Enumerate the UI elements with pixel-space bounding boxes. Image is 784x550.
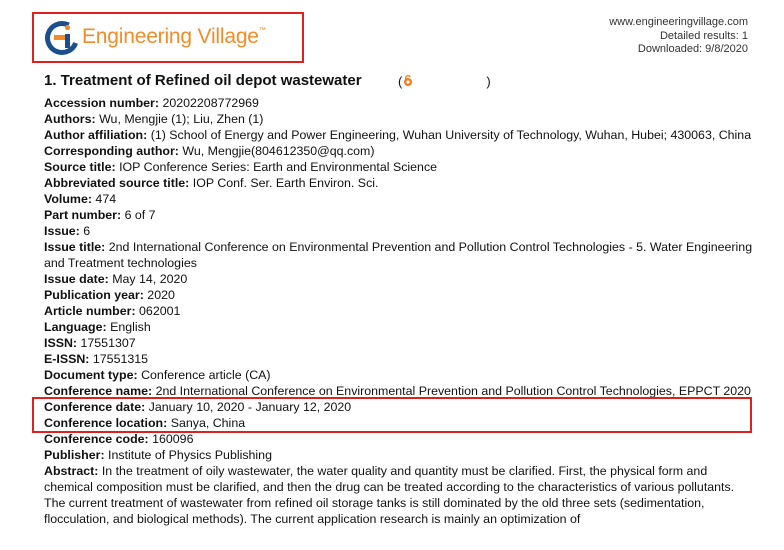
field-value: Wu, Mengjie (1); Liu, Zhen (1)	[99, 112, 264, 126]
field-label: Abstract:	[44, 464, 99, 478]
field-value: 2nd International Conference on Environm…	[44, 240, 753, 270]
field-label: Issue title:	[44, 240, 106, 254]
record-field: Conference code: 160096	[44, 431, 756, 447]
field-label: Author affiliation:	[44, 128, 148, 142]
field-label: Conference location:	[44, 416, 168, 430]
record-field: Article number: 062001	[44, 303, 756, 319]
field-value: English	[110, 320, 151, 334]
field-value: May 14, 2020	[112, 272, 188, 286]
field-value: IOP Conference Series: Earth and Environ…	[119, 160, 438, 174]
field-value: January 10, 2020 - January 12, 2020	[148, 400, 352, 414]
record-field: Issue date: May 14, 2020	[44, 271, 756, 287]
record-title: 1. Treatment of Refined oil depot wastew…	[44, 72, 362, 89]
field-label: E-ISSN:	[44, 352, 90, 366]
open-access-icon	[404, 75, 413, 86]
record-field: Publication year: 2020	[44, 287, 756, 303]
record-field: Issue title: 2nd International Conferenc…	[44, 239, 756, 271]
record-field: Publisher: Institute of Physics Publishi…	[44, 447, 756, 463]
logo-highlight-box: Engineering Village™	[32, 12, 304, 63]
record-field: Conference location: Sanya, China	[44, 415, 756, 431]
field-label: Conference code:	[44, 432, 149, 446]
field-value: 6	[83, 224, 91, 238]
field-label: Article number:	[44, 304, 136, 318]
field-label: Authors:	[44, 112, 96, 126]
record-field: Conference name: 2nd International Confe…	[44, 383, 756, 399]
record-field: Abbreviated source title: IOP Conf. Ser.…	[44, 175, 756, 191]
record-field: Authors: Wu, Mengjie (1); Liu, Zhen (1)	[44, 111, 756, 127]
record-field: Part number: 6 of 7	[44, 207, 756, 223]
field-label: Source title:	[44, 160, 116, 174]
field-value: 2020	[147, 288, 175, 302]
field-label: Conference date:	[44, 400, 146, 414]
field-value: Conference article (CA)	[141, 368, 271, 382]
field-label: Corresponding author:	[44, 144, 179, 158]
field-label: Language:	[44, 320, 107, 334]
field-label: Publisher:	[44, 448, 105, 462]
field-label: Part number:	[44, 208, 122, 222]
record-field: Source title: IOP Conference Series: Ear…	[44, 159, 756, 175]
field-value: 2nd International Conference on Environm…	[155, 384, 751, 398]
field-value: 6 of 7	[124, 208, 156, 222]
field-value: 17551315	[92, 352, 149, 366]
field-label: Accession number:	[44, 96, 159, 110]
record-field: Author affiliation: (1) School of Energy…	[44, 127, 756, 143]
record-field: Accession number: 20202208772969	[44, 95, 756, 111]
site-url: www.engineeringvillage.com	[609, 16, 748, 28]
field-label: Publication year:	[44, 288, 144, 302]
field-value: 17551307	[80, 336, 136, 350]
field-label: Conference name:	[44, 384, 153, 398]
field-value: Sanya, China	[170, 416, 246, 430]
record-field: Corresponding author: Wu, Mengjie(804612…	[44, 143, 756, 159]
field-value: 474	[95, 192, 117, 206]
open-access-marker: ()	[398, 74, 491, 89]
field-label: Issue date:	[44, 272, 109, 286]
record-field: Volume: 474	[44, 191, 756, 207]
field-label: Document type:	[44, 368, 138, 382]
record-field: Language: English	[44, 319, 756, 335]
detailed-results-count: Detailed results: 1	[659, 29, 748, 42]
field-value: (1) School of Energy and Power Engineeri…	[150, 128, 752, 142]
field-value: 062001	[139, 304, 181, 318]
field-label: Issue:	[44, 224, 80, 238]
record-field: Conference date: January 10, 2020 - Janu…	[44, 399, 756, 415]
record-field: Document type: Conference article (CA)	[44, 367, 756, 383]
record-field: ISSN: 17551307	[44, 335, 756, 351]
download-meta: www.engineeringvillage.com Detailed resu…	[609, 16, 748, 57]
field-label: ISSN:	[44, 336, 78, 350]
field-value: Wu, Mengjie(804612350@qq.com)	[182, 144, 375, 158]
field-value: 160096	[152, 432, 194, 446]
field-value: IOP Conf. Ser. Earth Environ. Sci.	[192, 176, 379, 190]
record-field: Issue: 6	[44, 223, 756, 239]
field-label: Abbreviated source title:	[44, 176, 190, 190]
field-label: Volume:	[44, 192, 92, 206]
record-field: E-ISSN: 17551315	[44, 351, 756, 367]
record-fields: Accession number: 20202208772969 Authors:…	[44, 95, 756, 527]
brand-name: Engineering Village™	[82, 25, 266, 48]
record-field: Abstract: In the treatment of oily waste…	[44, 463, 756, 527]
download-date: Downloaded: 9/8/2020	[637, 43, 748, 55]
field-value: 20202208772969	[162, 96, 259, 110]
field-value: Institute of Physics Publishing	[108, 448, 272, 462]
engineering-village-logo-icon	[45, 21, 79, 55]
field-value: In the treatment of oily wastewater, the…	[44, 464, 735, 526]
